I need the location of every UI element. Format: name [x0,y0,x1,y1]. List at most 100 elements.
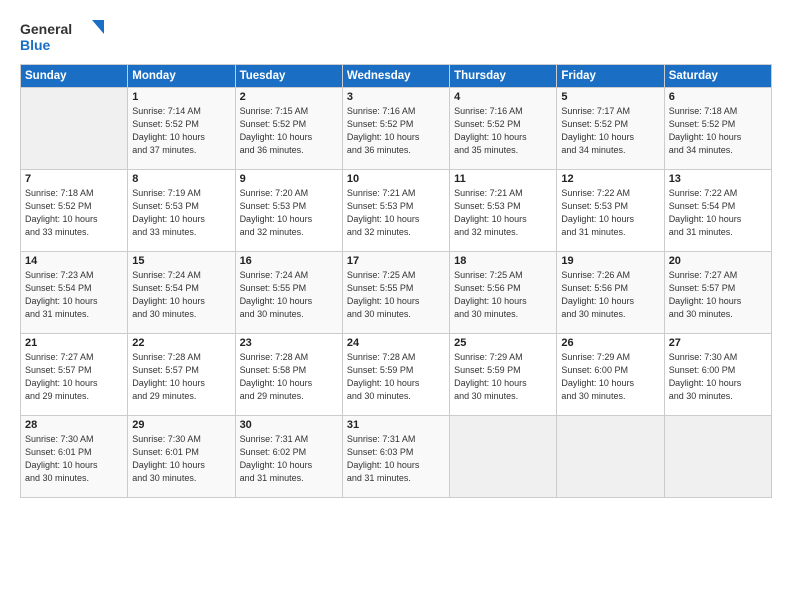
day-cell: 9Sunrise: 7:20 AM Sunset: 5:53 PM Daylig… [235,170,342,252]
day-info: Sunrise: 7:18 AM Sunset: 5:52 PM Dayligh… [25,187,123,239]
day-number: 17 [347,255,445,267]
logo-svg: GeneralBlue [20,18,110,54]
weekday-friday: Friday [557,65,664,88]
day-number: 18 [454,255,552,267]
weekday-saturday: Saturday [664,65,771,88]
day-cell: 14Sunrise: 7:23 AM Sunset: 5:54 PM Dayli… [21,252,128,334]
day-number: 20 [669,255,767,267]
day-cell: 19 Sunrise: 7:26 AM Sunset: 5:56 PM Dayli… [557,252,664,334]
day-number: 22 [132,337,230,349]
page: GeneralBlue SundayMondayTuesdayWednesday… [0,0,792,612]
day-cell: 23Sunrise: 7:28 AM Sunset: 5:58 PM Dayli… [235,334,342,416]
day-info: Sunrise: 7:14 AM Sunset: 5:52 PM Dayligh… [132,105,230,157]
weekday-header-row: SundayMondayTuesdayWednesdayThursdayFrid… [21,65,772,88]
day-number: 4 [454,91,552,103]
day-cell: 21 Sunrise: 7:27 AM Sunset: 5:57 PM Dayli… [21,334,128,416]
day-number: 5 [561,91,659,103]
day-cell [450,416,557,498]
day-info: Sunrise: 7:26 AM Sunset: 5:56 PM Dayligh… [561,269,659,321]
day-info: Sunrise: 7:18 AM Sunset: 5:52 PM Dayligh… [669,105,767,157]
day-cell: 22 Sunrise: 7:28 AM Sunset: 5:57 PM Dayli… [128,334,235,416]
day-cell [21,88,128,170]
day-cell [664,416,771,498]
day-cell: 30Sunrise: 7:31 AM Sunset: 6:02 PM Dayli… [235,416,342,498]
day-number: 21 [25,337,123,349]
day-cell: 6 Sunrise: 7:18 AM Sunset: 5:52 PM Daylig… [664,88,771,170]
day-info: Sunrise: 7:29 AM Sunset: 5:59 PM Dayligh… [454,351,552,403]
day-number: 28 [25,419,123,431]
day-info: Sunrise: 7:24 AM Sunset: 5:55 PM Dayligh… [240,269,338,321]
day-info: Sunrise: 7:29 AM Sunset: 6:00 PM Dayligh… [561,351,659,403]
day-cell: 29Sunrise: 7:30 AM Sunset: 6:01 PM Dayli… [128,416,235,498]
day-info: Sunrise: 7:30 AM Sunset: 6:01 PM Dayligh… [132,433,230,485]
day-number: 13 [669,173,767,185]
day-cell: 11Sunrise: 7:21 AM Sunset: 5:53 PM Dayli… [450,170,557,252]
day-info: Sunrise: 7:27 AM Sunset: 5:57 PM Dayligh… [669,269,767,321]
day-number: 23 [240,337,338,349]
day-number: 30 [240,419,338,431]
weekday-sunday: Sunday [21,65,128,88]
day-cell [557,416,664,498]
day-cell: 8 Sunrise: 7:19 AM Sunset: 5:53 PM Daylig… [128,170,235,252]
day-info: Sunrise: 7:27 AM Sunset: 5:57 PM Dayligh… [25,351,123,403]
day-cell: 15Sunrise: 7:24 AM Sunset: 5:54 PM Dayli… [128,252,235,334]
day-cell: 10Sunrise: 7:21 AM Sunset: 5:53 PM Dayli… [342,170,449,252]
day-info: Sunrise: 7:20 AM Sunset: 5:53 PM Dayligh… [240,187,338,239]
day-info: Sunrise: 7:19 AM Sunset: 5:53 PM Dayligh… [132,187,230,239]
day-cell: 13 Sunrise: 7:22 AM Sunset: 5:54 PM Dayli… [664,170,771,252]
day-cell: 17 Sunrise: 7:25 AM Sunset: 5:55 PM Dayli… [342,252,449,334]
day-number: 19 [561,255,659,267]
day-info: Sunrise: 7:16 AM Sunset: 5:52 PM Dayligh… [454,105,552,157]
day-number: 8 [132,173,230,185]
day-number: 1 [132,91,230,103]
day-info: Sunrise: 7:30 AM Sunset: 6:00 PM Dayligh… [669,351,767,403]
day-info: Sunrise: 7:28 AM Sunset: 5:59 PM Dayligh… [347,351,445,403]
day-cell: 18Sunrise: 7:25 AM Sunset: 5:56 PM Dayli… [450,252,557,334]
day-cell: 24 Sunrise: 7:28 AM Sunset: 5:59 PM Dayli… [342,334,449,416]
day-info: Sunrise: 7:25 AM Sunset: 5:55 PM Dayligh… [347,269,445,321]
weekday-monday: Monday [128,65,235,88]
week-row-5: 28 Sunrise: 7:30 AM Sunset: 6:01 PM Dayli… [21,416,772,498]
day-number: 3 [347,91,445,103]
day-info: Sunrise: 7:31 AM Sunset: 6:03 PM Dayligh… [347,433,445,485]
day-number: 16 [240,255,338,267]
day-number: 11 [454,173,552,185]
day-cell: 16 Sunrise: 7:24 AM Sunset: 5:55 PM Dayli… [235,252,342,334]
day-info: Sunrise: 7:30 AM Sunset: 6:01 PM Dayligh… [25,433,123,485]
day-cell: 27 Sunrise: 7:30 AM Sunset: 6:00 PM Dayli… [664,334,771,416]
weekday-thursday: Thursday [450,65,557,88]
day-info: Sunrise: 7:15 AM Sunset: 5:52 PM Dayligh… [240,105,338,157]
day-info: Sunrise: 7:16 AM Sunset: 5:52 PM Dayligh… [347,105,445,157]
weekday-wednesday: Wednesday [342,65,449,88]
week-row-4: 21 Sunrise: 7:27 AM Sunset: 5:57 PM Dayli… [21,334,772,416]
day-cell: 26 Sunrise: 7:29 AM Sunset: 6:00 PM Dayli… [557,334,664,416]
day-cell: 20 Sunrise: 7:27 AM Sunset: 5:57 PM Dayli… [664,252,771,334]
day-info: Sunrise: 7:28 AM Sunset: 5:57 PM Dayligh… [132,351,230,403]
day-number: 31 [347,419,445,431]
day-cell: 28 Sunrise: 7:30 AM Sunset: 6:01 PM Dayli… [21,416,128,498]
day-cell: 7 Sunrise: 7:18 AM Sunset: 5:52 PM Daylig… [21,170,128,252]
day-number: 7 [25,173,123,185]
day-number: 6 [669,91,767,103]
day-info: Sunrise: 7:22 AM Sunset: 5:54 PM Dayligh… [669,187,767,239]
day-number: 24 [347,337,445,349]
week-row-2: 7 Sunrise: 7:18 AM Sunset: 5:52 PM Daylig… [21,170,772,252]
day-number: 26 [561,337,659,349]
day-number: 27 [669,337,767,349]
day-number: 10 [347,173,445,185]
day-info: Sunrise: 7:23 AM Sunset: 5:54 PM Dayligh… [25,269,123,321]
day-cell: 31 Sunrise: 7:31 AM Sunset: 6:03 PM Dayli… [342,416,449,498]
day-number: 2 [240,91,338,103]
day-info: Sunrise: 7:17 AM Sunset: 5:52 PM Dayligh… [561,105,659,157]
day-cell: 12 Sunrise: 7:22 AM Sunset: 5:53 PM Dayli… [557,170,664,252]
week-row-1: 1 Sunrise: 7:14 AM Sunset: 5:52 PM Daylig… [21,88,772,170]
day-info: Sunrise: 7:22 AM Sunset: 5:53 PM Dayligh… [561,187,659,239]
day-cell: 5 Sunrise: 7:17 AM Sunset: 5:52 PM Daylig… [557,88,664,170]
week-row-3: 14Sunrise: 7:23 AM Sunset: 5:54 PM Dayli… [21,252,772,334]
calendar-table: SundayMondayTuesdayWednesdayThursdayFrid… [20,64,772,498]
day-cell: 1 Sunrise: 7:14 AM Sunset: 5:52 PM Daylig… [128,88,235,170]
day-number: 12 [561,173,659,185]
logo: GeneralBlue [20,18,110,54]
day-cell: 2 Sunrise: 7:15 AM Sunset: 5:52 PM Daylig… [235,88,342,170]
day-cell: 4 Sunrise: 7:16 AM Sunset: 5:52 PM Daylig… [450,88,557,170]
